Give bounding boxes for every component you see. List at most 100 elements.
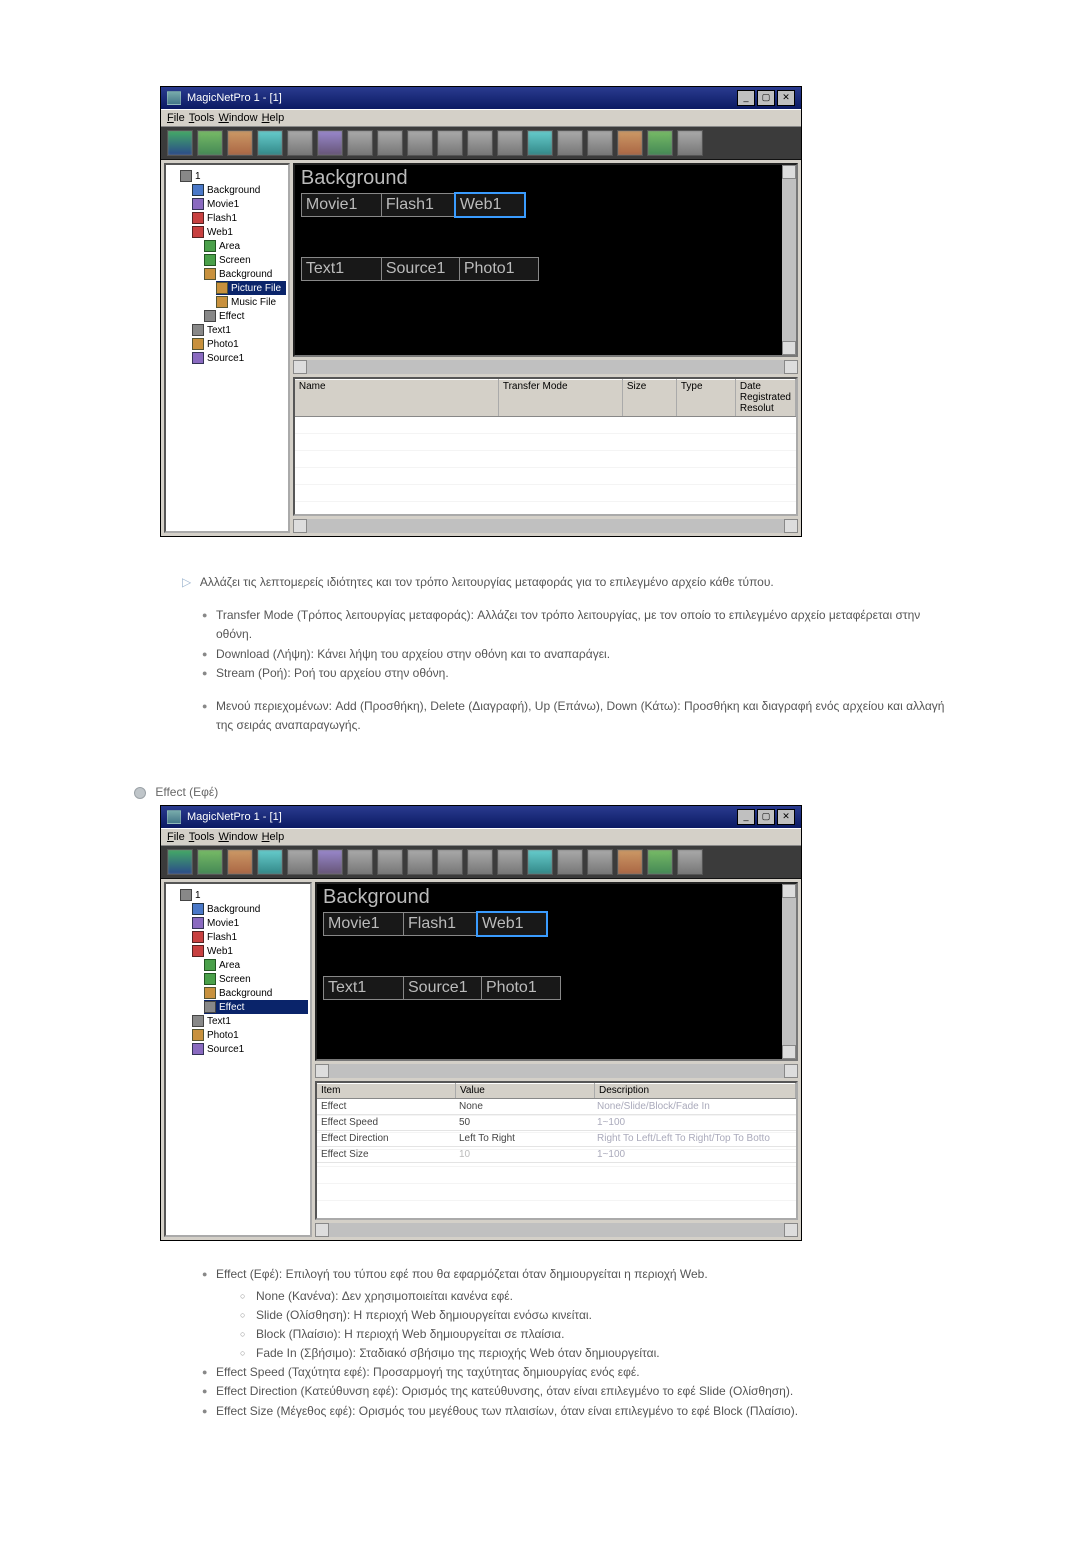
menu-file[interactable]: File xyxy=(167,112,185,124)
tool-7[interactable] xyxy=(347,130,373,156)
table-row[interactable]: Effect Size 10 1~100 xyxy=(317,1147,796,1163)
slot-text[interactable]: Text1 xyxy=(301,257,383,281)
tool-1[interactable] xyxy=(167,130,193,156)
menu-help[interactable]: Help xyxy=(262,112,285,124)
col-size[interactable]: Size xyxy=(623,379,677,416)
tree-item[interactable]: Area xyxy=(204,239,286,253)
tree-item[interactable]: Movie1 xyxy=(192,916,308,930)
tool-2[interactable] xyxy=(197,130,223,156)
tree-item[interactable]: Background xyxy=(204,267,286,281)
tree-item[interactable]: Background xyxy=(204,986,308,1000)
col-date[interactable]: Date Registrated Resolut xyxy=(736,379,796,416)
tree-item[interactable]: Photo1 xyxy=(192,337,286,351)
tree-item[interactable]: Flash1 xyxy=(192,930,308,944)
tree-item[interactable]: Text1 xyxy=(192,323,286,337)
tool-12[interactable] xyxy=(497,849,523,875)
col-name[interactable]: Name xyxy=(295,379,499,416)
tree-item-selected[interactable]: Effect xyxy=(204,1000,308,1014)
canvas-scrollbar-v[interactable] xyxy=(782,884,796,1059)
grid-scrollbar-h[interactable] xyxy=(293,519,798,533)
col-item[interactable]: Item xyxy=(317,1083,456,1098)
table-row[interactable]: Effect Direction Left To Right Right To … xyxy=(317,1131,796,1147)
col-desc[interactable]: Description xyxy=(595,1083,796,1098)
tool-11[interactable] xyxy=(467,130,493,156)
tool-4[interactable] xyxy=(257,130,283,156)
tree-item[interactable]: Area xyxy=(204,958,308,972)
tool-10[interactable] xyxy=(437,130,463,156)
tool-3[interactable] xyxy=(227,849,253,875)
tool-16[interactable] xyxy=(617,130,643,156)
grid-scrollbar-h[interactable] xyxy=(315,1223,798,1237)
slot-text[interactable]: Text1 xyxy=(323,976,405,1000)
tool-9[interactable] xyxy=(407,849,433,875)
tool-17[interactable] xyxy=(647,130,673,156)
tool-16[interactable] xyxy=(617,849,643,875)
canvas-scrollbar-v[interactable] xyxy=(782,165,796,355)
col-value[interactable]: Value xyxy=(456,1083,595,1098)
slot-flash[interactable]: Flash1 xyxy=(403,912,479,936)
col-type[interactable]: Type xyxy=(677,379,736,416)
close-icon[interactable]: ✕ xyxy=(777,90,795,106)
tree-item[interactable]: Web1 xyxy=(192,944,308,958)
minimize-icon[interactable]: _ xyxy=(737,90,755,106)
tree-root[interactable]: 1 xyxy=(180,888,308,902)
close-icon[interactable]: ✕ xyxy=(777,809,795,825)
tool-3[interactable] xyxy=(227,130,253,156)
tool-14[interactable] xyxy=(557,849,583,875)
tree-item[interactable]: Flash1 xyxy=(192,211,286,225)
tool-6[interactable] xyxy=(317,130,343,156)
slot-movie[interactable]: Movie1 xyxy=(301,193,383,217)
tool-5[interactable] xyxy=(287,849,313,875)
slot-photo[interactable]: Photo1 xyxy=(481,976,561,1000)
tree-item[interactable]: Movie1 xyxy=(192,197,286,211)
tool-5[interactable] xyxy=(287,130,313,156)
tree-item-selected[interactable]: Picture File xyxy=(216,281,286,295)
canvas-scrollbar-h[interactable] xyxy=(293,360,798,374)
tree-item[interactable]: Source1 xyxy=(192,351,286,365)
tree-item[interactable]: Screen xyxy=(204,253,286,267)
table-row[interactable]: Effect None None/Slide/Block/Fade In xyxy=(317,1099,796,1115)
tree-root[interactable]: 1 xyxy=(180,169,286,183)
tree-item[interactable]: Web1 xyxy=(192,225,286,239)
col-transfer[interactable]: Transfer Mode xyxy=(499,379,623,416)
tool-8[interactable] xyxy=(377,849,403,875)
tool-15[interactable] xyxy=(587,130,613,156)
maximize-icon[interactable]: ▢ xyxy=(757,809,775,825)
menu-tools[interactable]: Tools xyxy=(189,831,215,843)
tool-7[interactable] xyxy=(347,849,373,875)
tool-10[interactable] xyxy=(437,849,463,875)
tool-8[interactable] xyxy=(377,130,403,156)
tool-13[interactable] xyxy=(527,130,553,156)
tree-item[interactable]: Effect xyxy=(204,309,286,323)
tool-2[interactable] xyxy=(197,849,223,875)
tree-item[interactable]: Screen xyxy=(204,972,308,986)
slot-web[interactable]: Web1 xyxy=(477,912,547,936)
tree-item[interactable]: Photo1 xyxy=(192,1028,308,1042)
tool-4[interactable] xyxy=(257,849,283,875)
menu-file[interactable]: File xyxy=(167,831,185,843)
menu-window[interactable]: Window xyxy=(218,831,257,843)
slot-movie[interactable]: Movie1 xyxy=(323,912,405,936)
tool-12[interactable] xyxy=(497,130,523,156)
slot-source[interactable]: Source1 xyxy=(381,257,461,281)
menu-window[interactable]: Window xyxy=(218,112,257,124)
tool-1[interactable] xyxy=(167,849,193,875)
slot-web[interactable]: Web1 xyxy=(455,193,525,217)
tool-15[interactable] xyxy=(587,849,613,875)
tree-item[interactable]: Background xyxy=(192,902,308,916)
tool-11[interactable] xyxy=(467,849,493,875)
tree-item[interactable]: Source1 xyxy=(192,1042,308,1056)
tool-14[interactable] xyxy=(557,130,583,156)
table-row[interactable]: Effect Speed 50 1~100 xyxy=(317,1115,796,1131)
tool-17[interactable] xyxy=(647,849,673,875)
menu-tools[interactable]: Tools xyxy=(189,112,215,124)
tool-13[interactable] xyxy=(527,849,553,875)
tool-18[interactable] xyxy=(677,130,703,156)
tool-6[interactable] xyxy=(317,849,343,875)
slot-flash[interactable]: Flash1 xyxy=(381,193,457,217)
tool-9[interactable] xyxy=(407,130,433,156)
slot-photo[interactable]: Photo1 xyxy=(459,257,539,281)
minimize-icon[interactable]: _ xyxy=(737,809,755,825)
menu-help[interactable]: Help xyxy=(262,831,285,843)
canvas-scrollbar-h[interactable] xyxy=(315,1064,798,1078)
